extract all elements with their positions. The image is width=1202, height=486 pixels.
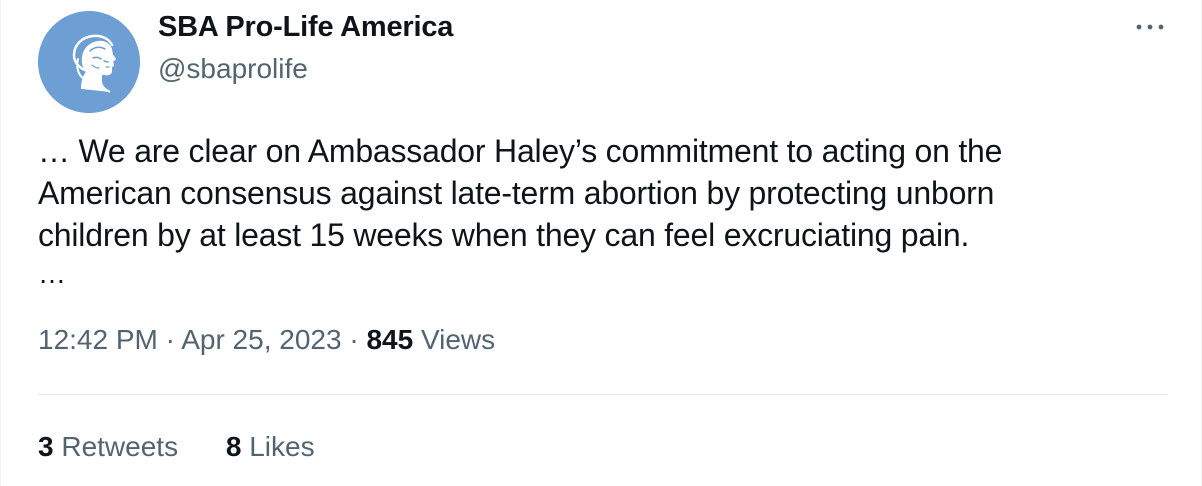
tweet-timestamp[interactable]: 12:42 PM · Apr 25, 2023 xyxy=(38,324,342,355)
tweet-meta: 12:42 PM · Apr 25, 2023 · 845 Views xyxy=(38,324,495,356)
retweets-stat-link[interactable]: 3 Retweets xyxy=(38,431,178,463)
author-handle[interactable]: @sbaprolife xyxy=(158,53,308,85)
tweet-text-trailing-ellipsis: … xyxy=(38,258,67,289)
avatar[interactable] xyxy=(38,11,140,113)
tweet-stats: 3 Retweets 8 Likes xyxy=(38,431,355,463)
more-horizontal-icon xyxy=(1136,24,1164,30)
more-options-button[interactable] xyxy=(1129,10,1171,44)
retweets-label: Retweets xyxy=(61,431,179,462)
woman-profile-logo-icon xyxy=(38,11,140,113)
likes-stat-link[interactable]: 8 Likes xyxy=(226,431,315,463)
retweets-count: 3 xyxy=(38,431,54,462)
likes-count: 8 xyxy=(225,431,242,462)
meta-separator: · xyxy=(349,324,359,355)
tweet-time: 12:42 PM xyxy=(38,324,158,355)
tweet-text-line: children by at least 15 weeks when they … xyxy=(38,217,970,253)
author-display-name[interactable]: SBA Pro-Life America xyxy=(158,11,453,44)
divider xyxy=(38,394,1168,395)
tweet-card: SBA Pro-Life America @sbaprolife … We ar… xyxy=(0,0,1202,486)
views-count: 845 xyxy=(366,324,414,355)
likes-label: Likes xyxy=(249,431,315,462)
tweet-text-line: American consensus against late-term abo… xyxy=(38,175,995,211)
views-label: Views xyxy=(420,324,496,355)
tweet-text: … We are clear on Ambassador Haley’s com… xyxy=(38,130,1168,256)
tweet-text-line: … We are clear on Ambassador Haley’s com… xyxy=(38,133,1003,169)
tweet-date: Apr 25, 2023 xyxy=(181,324,342,355)
meta-separator: · xyxy=(165,324,175,355)
